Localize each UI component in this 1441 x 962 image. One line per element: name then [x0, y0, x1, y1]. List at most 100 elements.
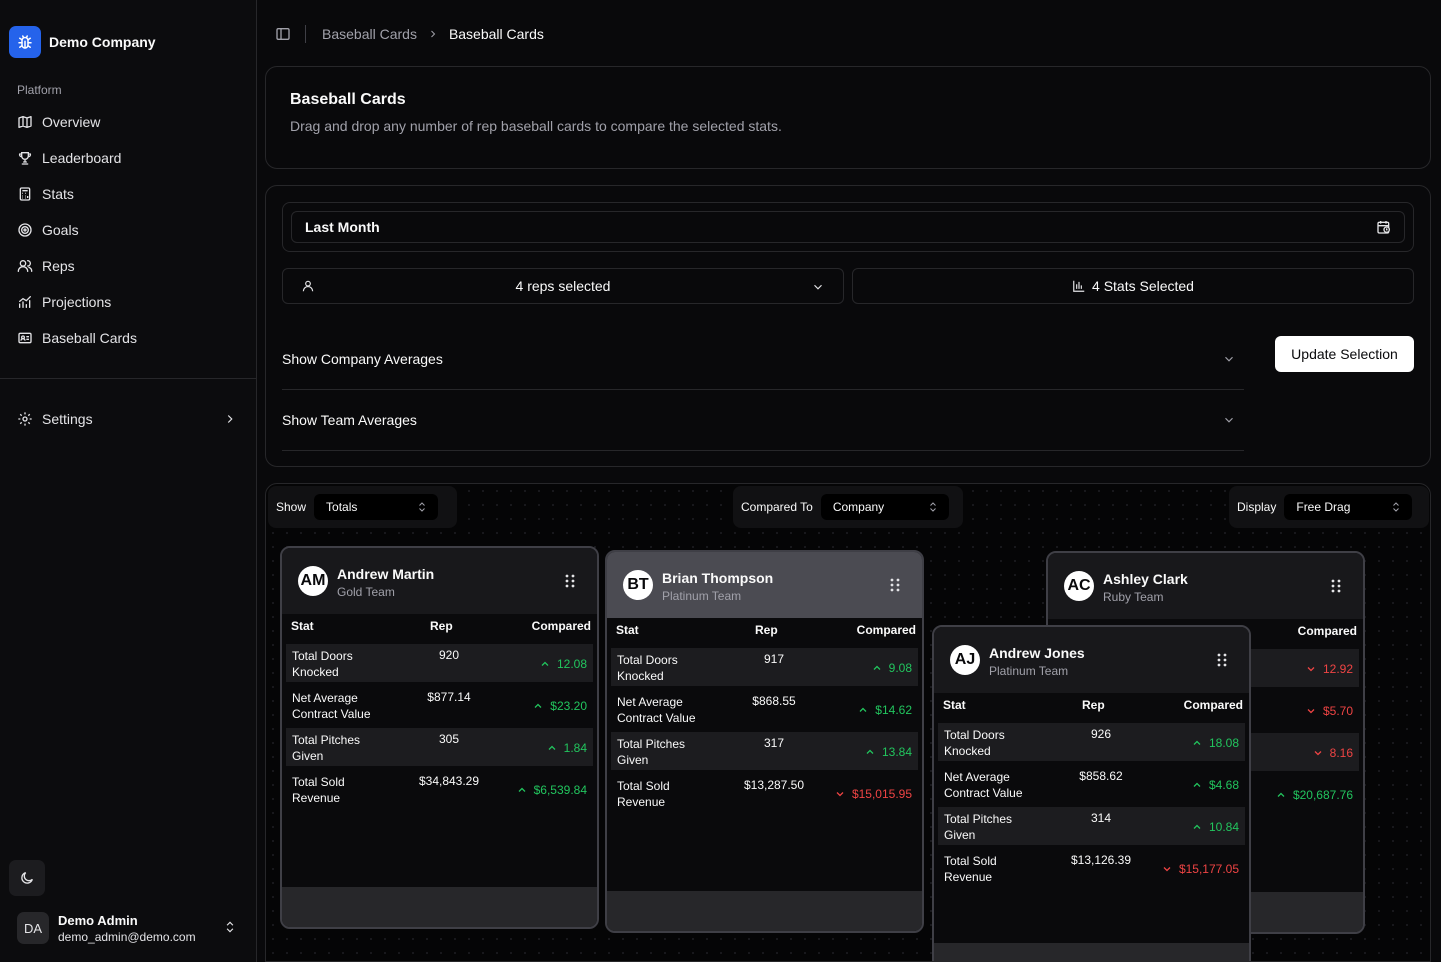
rep-value: 917 [763, 652, 785, 666]
show-select[interactable]: Totals [314, 494, 439, 520]
drag-handle-icon[interactable] [565, 574, 575, 588]
date-range-value: Last Month [305, 219, 380, 235]
compared-amount: 9.08 [888, 661, 912, 675]
date-range-picker[interactable]: Last Month [291, 211, 1405, 243]
date-range-container: Last Month [282, 202, 1414, 252]
sidebar-item-stats[interactable]: Stats [9, 176, 247, 212]
section-label: Platform [17, 83, 62, 97]
compared-value: 9.08 [871, 661, 912, 675]
rep-value: $858.62 [1079, 769, 1123, 783]
chevron-down-icon [1225, 417, 1233, 423]
stat-name: Total Doors Knocked [617, 653, 678, 683]
stat-row: Net Average Contract Value $858.62 $4.68 [938, 765, 1245, 803]
chevron-up-icon [873, 665, 881, 670]
column-header-compared: Compared [531, 619, 591, 633]
rep-value: 926 [1090, 727, 1112, 741]
theme-toggle-button[interactable] [9, 860, 45, 896]
compared-value: $15,015.95 [834, 787, 912, 801]
sidebar-item-label: Stats [42, 186, 74, 202]
sidebar-item-leaderboard[interactable]: Leaderboard [9, 140, 247, 176]
rep-card[interactable]: AJ Andrew Jones Platinum Team Stat Rep Com… [932, 625, 1251, 961]
stats-select[interactable]: 4 Stats Selected [852, 268, 1414, 304]
rep-value: $34,843.29 [418, 774, 480, 788]
compared-amount: $5.70 [1322, 704, 1353, 718]
drag-handle-icon[interactable] [890, 578, 900, 592]
rep-name: Brian Thompson [662, 570, 774, 586]
reps-select[interactable]: 4 reps selected [282, 268, 844, 304]
rep-team: Gold Team [337, 585, 395, 599]
display-select[interactable]: Free Drag [1284, 494, 1413, 520]
user-menu[interactable]: DA Demo Admin demo_admin@demo.com [9, 906, 247, 950]
compared-value: $20,687.76 [1275, 788, 1353, 802]
rep-card[interactable]: BT Brian Thompson Platinum Team Stat Rep C… [605, 550, 924, 933]
sidebar-toggle-icon[interactable] [275, 26, 291, 42]
sidebar-item-settings[interactable]: Settings [9, 401, 247, 437]
breadcrumb-link[interactable]: Baseball Cards [322, 26, 417, 42]
rep-card-footer [607, 891, 922, 931]
breadcrumb-current: Baseball Cards [448, 26, 544, 42]
rep-value: 317 [763, 736, 785, 750]
baseball-cards-board: Show Totals Compared To Company Display … [265, 483, 1431, 962]
company-name: Demo Company [49, 34, 156, 50]
column-header-stat: Stat [291, 619, 314, 633]
stat-name: Total Sold Revenue [292, 775, 345, 805]
drag-handle-icon[interactable] [1331, 579, 1341, 593]
stat-name: Total Sold Revenue [617, 779, 670, 809]
sidebar-item-baseball-cards[interactable]: Baseball Cards [9, 320, 247, 356]
sidebar-item-reps[interactable]: Reps [9, 248, 247, 284]
chevron-down-icon [1163, 867, 1171, 872]
rep-card[interactable]: AM Andrew Martin Gold Team Stat Rep Compar… [280, 546, 599, 929]
id-card-icon [18, 332, 32, 344]
company-switcher[interactable]: Demo Company [9, 26, 156, 58]
chevron-down-icon [1307, 709, 1315, 714]
compared-amount: 12.08 [556, 657, 587, 671]
chevron-up-icon [541, 661, 549, 666]
compared-value: $15,177.05 [1161, 862, 1239, 876]
stats-table-header: Stat Rep Compared [607, 618, 922, 644]
rep-name: Andrew Jones [989, 645, 1085, 661]
compared-value: 1.84 [546, 741, 587, 755]
chevron-up-icon [1193, 740, 1201, 745]
sidebar-item-label: Goals [42, 222, 79, 238]
rep-card-footer [934, 943, 1249, 961]
sidebar-item-label: Overview [42, 114, 101, 130]
users-icon [17, 260, 33, 272]
rep-value: $13,126.39 [1070, 853, 1132, 867]
compared-to-select[interactable]: Company [820, 494, 949, 520]
sidebar-item-goals[interactable]: Goals [9, 212, 247, 248]
sidebar-item-overview[interactable]: Overview [9, 104, 247, 140]
rep-card-header: AJ Andrew Jones Platinum Team [934, 627, 1249, 693]
filters-card: Last Month 4 reps selected 4 Stats Selec… [265, 185, 1431, 467]
update-selection-button[interactable]: Update Selection [1275, 336, 1414, 372]
stats-table-header: Stat Rep Compared [282, 614, 597, 640]
show-select-value: Totals [326, 500, 358, 514]
stat-name: Total Pitches Given [617, 737, 686, 767]
compared-value: $14.62 [857, 703, 912, 717]
display-label: Display [1237, 500, 1277, 514]
rep-card-footer [282, 887, 597, 927]
stat-name: Total Pitches Given [944, 812, 1013, 842]
sidebar-item-projections[interactable]: Projections [9, 284, 247, 320]
rep-initials: AM [298, 566, 328, 596]
compared-amount: 8.16 [1329, 746, 1353, 760]
chevron-down-icon [836, 792, 844, 797]
column-header-stat: Stat [943, 698, 966, 712]
column-header-rep: Rep [755, 623, 778, 637]
team-averages-accordion[interactable]: Show Team Averages [282, 390, 1244, 451]
gear-icon [18, 412, 32, 426]
compared-amount: $20,687.76 [1292, 788, 1353, 802]
header-divider [305, 25, 306, 43]
drag-handle-icon[interactable] [1217, 653, 1227, 667]
company-averages-accordion[interactable]: Show Company Averages [282, 329, 1244, 390]
column-header-rep: Rep [430, 619, 453, 633]
chevron-right-icon [227, 415, 233, 423]
column-header-compared: Compared [1183, 698, 1243, 712]
accordion-label: Show Company Averages [282, 351, 443, 367]
compared-value: 10.84 [1191, 820, 1239, 834]
chevron-up-icon [866, 749, 874, 754]
stat-row: Total Doors Knocked 926 18.08 [938, 723, 1245, 761]
compared-amount: $6,539.84 [533, 783, 587, 797]
compared-amount: 1.84 [563, 741, 587, 755]
user-email: demo_admin@demo.com [58, 929, 196, 944]
page-title: Baseball Cards [290, 91, 406, 108]
